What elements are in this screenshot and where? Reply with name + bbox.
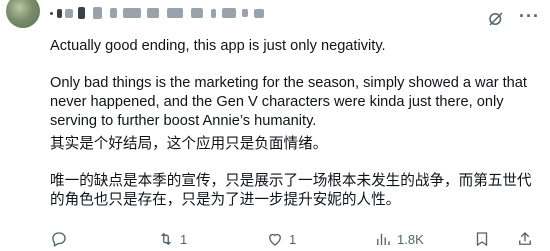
like-count: 1 (289, 231, 297, 247)
views-icon (377, 233, 390, 245)
tweet-paragraph: Only bad things is the marketing for the… (50, 75, 532, 129)
redacted-name-part (78, 7, 85, 19)
share-icon (519, 232, 531, 245)
grok-icon[interactable] (487, 10, 505, 28)
views-count: 1.8K (397, 231, 424, 247)
redacted-name-part (167, 8, 183, 18)
redacted-name-part (254, 8, 264, 18)
heart-icon (269, 233, 281, 246)
redacted-name-part (50, 11, 53, 15)
retweet-count: 1 (180, 231, 188, 247)
tweet-actions: 1 1 1.8K (50, 229, 545, 249)
redacted-name-part (211, 8, 216, 18)
bookmark-icon (476, 232, 488, 247)
redacted-name-part (242, 9, 248, 17)
retweet-button[interactable]: 1 (157, 230, 187, 248)
redacted-name-part (65, 8, 73, 18)
bookmark-button[interactable] (473, 230, 491, 248)
share-button[interactable] (516, 230, 534, 248)
avatar[interactable] (6, 0, 40, 28)
like-button[interactable]: 1 (266, 230, 296, 248)
more-icon[interactable]: ··· (519, 7, 540, 25)
redacted-name-part (57, 8, 62, 18)
retweet-icon (161, 232, 171, 246)
tweet-paragraph: 唯一的缺点是本季的宣传，只是展示了一场根本未发生的战争，而第五世代的角色也只是存… (50, 173, 532, 208)
redacted-name-part (222, 8, 236, 18)
redacted-name-part (123, 8, 141, 18)
redacted-name-part (147, 8, 159, 18)
reply-button[interactable] (50, 230, 73, 248)
tweet-paragraph: Actually good ending, this app is just o… (50, 38, 386, 54)
views-button[interactable]: 1.8K (374, 230, 424, 248)
author-header[interactable] (50, 4, 264, 22)
redacted-name-part (191, 8, 203, 18)
tweet-paragraph: 其实是个好结局，这个应用只是负面情绪。 (50, 136, 328, 152)
redacted-name-part (110, 8, 117, 18)
redacted-name-part (93, 7, 102, 19)
reply-icon (52, 232, 66, 247)
